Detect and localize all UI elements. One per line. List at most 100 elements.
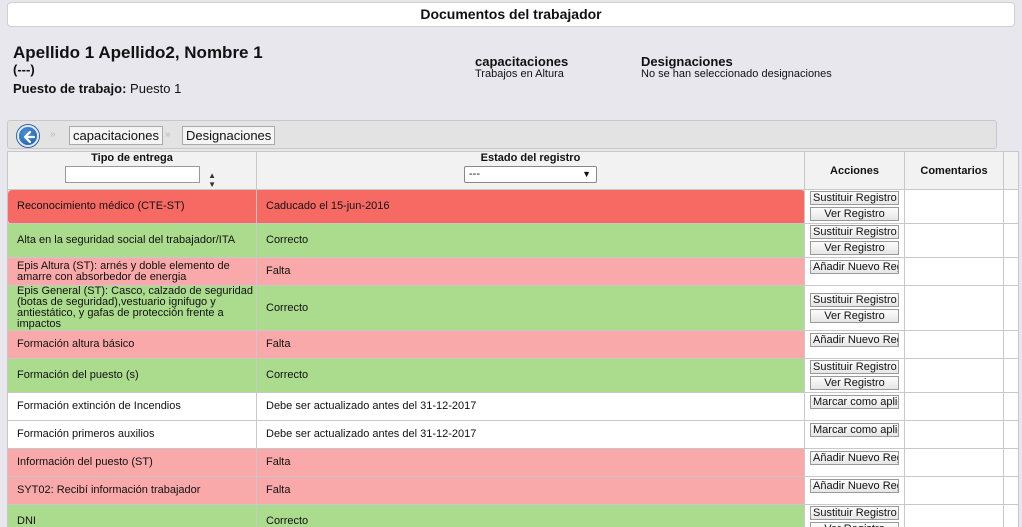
capacitaciones-info: capacitaciones Trabajos en Altura: [475, 55, 568, 80]
extra-cell: [1003, 223, 1019, 258]
tipo-cell: Epis Altura (ST): arnés y doble elemento…: [7, 257, 257, 286]
acciones-cell: Añadir Nuevo Registro: [804, 448, 905, 477]
tipo-cell: Formación primeros auxilios: [7, 420, 257, 449]
estado-cell: Correcto: [256, 504, 805, 527]
ver-registro-button[interactable]: Ver Registro: [810, 207, 899, 221]
comentarios-cell[interactable]: [904, 476, 1004, 505]
acciones-cell: Añadir Nuevo Registro: [804, 257, 905, 286]
table-row: Reconocimiento médico (CTE-ST) Caducado e…: [7, 189, 1019, 224]
tipo-filter-input[interactable]: [64, 166, 200, 183]
table-row: Formación primeros auxilios Debe ser actu…: [7, 420, 1019, 449]
header-acciones: Acciones: [804, 151, 905, 190]
tipo-cell: Formación extinción de Incendios: [7, 392, 257, 421]
header-tipo-label: Tipo de entrega: [91, 152, 173, 164]
page-title: Documentos del trabajador: [7, 2, 1015, 27]
tipo-cell: Reconocimiento médico (CTE-ST): [7, 189, 257, 224]
table-row: DNICorrecto Sustituir Registro Ver Registr…: [7, 504, 1019, 527]
tipo-cell: Alta en la seguridad social del trabajad…: [7, 223, 257, 258]
acciones-cell: Sustituir RegistroVer Registro: [804, 285, 905, 331]
comentarios-cell[interactable]: [904, 189, 1004, 224]
chevron-down-icon: ▼: [582, 169, 591, 179]
table-row: Formación del puesto (s) Correcto Sustitui…: [7, 358, 1019, 393]
table-row: SYT02: Recibí información trabajador Falt…: [7, 476, 1019, 505]
estado-cell: Correcto: [256, 358, 805, 393]
worker-name: Apellido 1 Apellido2, Nombre 1: [13, 43, 263, 62]
tipo-cell: Información del puesto (ST): [7, 448, 257, 477]
tipo-cell: DNI: [7, 504, 257, 527]
comentarios-cell[interactable]: [904, 285, 1004, 331]
tipo-cell: Formación altura básico: [7, 330, 257, 359]
capacitaciones-button[interactable]: capacitaciones: [69, 126, 163, 145]
table-row: Formación extinción de Incendios Debe ser…: [7, 392, 1019, 421]
designaciones-button[interactable]: Designaciones: [182, 126, 276, 145]
marcar-como-aplica-button[interactable]: Marcar como aplica: [810, 395, 899, 409]
acciones-cell: Sustituir Registro Ver Registro: [804, 223, 905, 258]
sustituir-registro-button[interactable]: Sustituir Registro: [810, 225, 899, 239]
puesto-value: Puesto 1: [130, 81, 182, 96]
anadir-nuevo-registro-button[interactable]: Añadir Nuevo Registro: [810, 479, 899, 493]
breadcrumb-separator: »: [50, 129, 56, 140]
marcar-como-aplica-button[interactable]: Marcar como aplica: [810, 423, 899, 437]
acciones-cell: Añadir Nuevo Registro: [804, 330, 905, 359]
comentarios-cell[interactable]: [904, 358, 1004, 393]
ver-registro-button[interactable]: Ver Registro: [810, 308, 899, 323]
comentarios-cell[interactable]: [904, 420, 1004, 449]
header-extra: [1003, 151, 1019, 190]
tipo-cell: Formación del puesto (s): [7, 358, 257, 393]
estado-cell: Falta: [256, 330, 805, 359]
designaciones-heading: Designaciones: [641, 54, 733, 69]
extra-cell: [1003, 504, 1019, 527]
acciones-cell: Sustituir Registro Ver Registro: [804, 189, 905, 224]
sustituir-registro-button[interactable]: Sustituir Registro: [810, 360, 899, 374]
extra-cell: [1003, 392, 1019, 421]
anadir-nuevo-registro-button[interactable]: Añadir Nuevo Registro: [810, 333, 899, 347]
sustituir-registro-button[interactable]: Sustituir Registro: [810, 506, 899, 520]
comentarios-cell[interactable]: [904, 330, 1004, 359]
table-row: Información del puesto (ST) Falta Añadir N…: [7, 448, 1019, 477]
estado-cell: Correcto: [256, 223, 805, 258]
anadir-nuevo-registro-button[interactable]: Añadir Nuevo Registro: [810, 260, 899, 274]
header-estado: Estado del registro --- ▼: [256, 151, 805, 190]
sort-icon[interactable]: ▲ ▼: [208, 171, 216, 189]
extra-cell: [1003, 189, 1019, 224]
designaciones-info: Designaciones No se han seleccionado des…: [641, 55, 832, 80]
ver-registro-button[interactable]: Ver Registro: [810, 241, 899, 255]
breadcrumb-separator: »: [165, 129, 171, 140]
estado-cell: Falta: [256, 257, 805, 286]
puesto-de-trabajo: Puesto de trabajo: Puesto 1: [13, 81, 181, 96]
capacitaciones-heading: capacitaciones: [475, 54, 569, 69]
comentarios-cell[interactable]: [904, 504, 1004, 527]
header-estado-label: Estado del registro: [480, 152, 581, 164]
extra-cell: [1003, 330, 1019, 359]
tipo-cell: Epis General (ST): Casco, calzado de seg…: [7, 285, 257, 331]
sustituir-registro-button[interactable]: Sustituir Registro: [810, 191, 899, 205]
comentarios-cell[interactable]: [904, 223, 1004, 258]
estado-cell: Falta: [256, 448, 805, 477]
worker-subtitle: (---): [13, 62, 35, 77]
header-tipo: Tipo de entrega ▲ ▼: [7, 151, 257, 190]
acciones-cell: Sustituir Registro Ver Registro: [804, 504, 905, 527]
estado-cell: Debe ser actualizado antes del 31-12-201…: [256, 420, 805, 449]
comentarios-cell[interactable]: [904, 392, 1004, 421]
back-arrow-icon[interactable]: [17, 125, 39, 147]
capacitaciones-text: Trabajos en Altura: [475, 68, 564, 80]
ver-registro-button[interactable]: Ver Registro: [810, 376, 899, 390]
table-row: Formación altura básico Falta Añadir Nuevo…: [7, 330, 1019, 359]
estado-filter-select[interactable]: --- ▼: [464, 166, 597, 183]
designaciones-text: No se han seleccionado designaciones: [641, 68, 832, 80]
acciones-cell: Marcar como aplica: [804, 420, 905, 449]
tipo-cell: SYT02: Recibí información trabajador: [7, 476, 257, 505]
anadir-nuevo-registro-button[interactable]: Añadir Nuevo Registro: [810, 451, 899, 465]
toolbar: » capacitaciones » Designaciones: [7, 120, 997, 149]
estado-cell: Caducado el 15-jun-2016: [256, 189, 805, 224]
sustituir-registro-button[interactable]: Sustituir Registro: [810, 292, 899, 307]
puesto-label: Puesto de trabajo:: [13, 81, 127, 96]
acciones-cell: Marcar como aplica: [804, 392, 905, 421]
ver-registro-button[interactable]: Ver Registro: [810, 522, 899, 527]
extra-cell: [1003, 285, 1019, 331]
estado-select-value: ---: [469, 168, 480, 180]
comentarios-cell[interactable]: [904, 257, 1004, 286]
extra-cell: [1003, 420, 1019, 449]
extra-cell: [1003, 476, 1019, 505]
comentarios-cell[interactable]: [904, 448, 1004, 477]
